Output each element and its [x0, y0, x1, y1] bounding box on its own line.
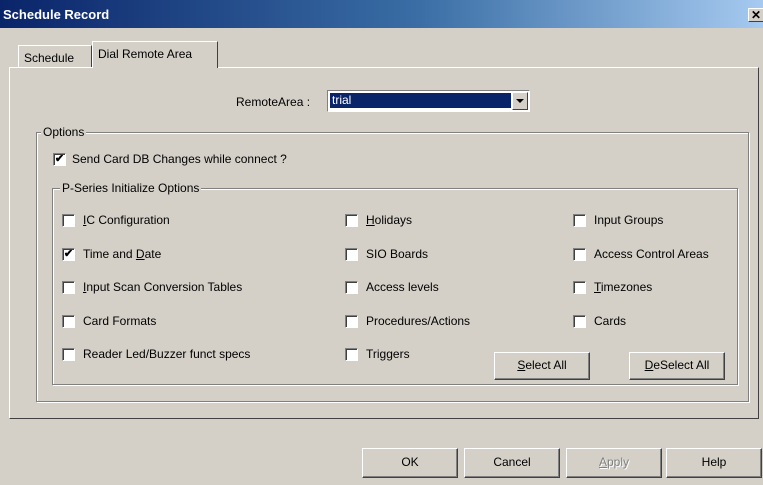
tab-dial-remote-area-label: Dial Remote Area	[98, 47, 193, 61]
apply-button[interactable]: Apply	[566, 448, 662, 478]
pseries-option[interactable]: ✔ Time and Date	[62, 247, 161, 261]
tab-schedule-label: Schedule	[24, 51, 75, 65]
pseries-option-label: Cards	[594, 314, 627, 328]
ok-button[interactable]: OK	[362, 448, 458, 478]
pseries-option-check[interactable]	[62, 314, 75, 328]
pseries-option-check[interactable]	[573, 247, 586, 261]
pseries-option-label: Input Scan Conversion Tables	[83, 280, 243, 294]
send-card-db-checkbox[interactable]: ✔ Send Card DB Changes while connect ?	[53, 152, 287, 166]
pseries-option-label: Card Formats	[83, 314, 157, 328]
pseries-option[interactable]: IC Configuration	[62, 213, 170, 227]
pseries-option-check[interactable]	[573, 213, 586, 227]
window-title: Schedule Record	[3, 7, 110, 22]
pseries-option-check[interactable]	[345, 314, 358, 328]
send-card-db-check[interactable]: ✔	[53, 152, 66, 166]
pseries-option[interactable]: Reader Led/Buzzer funct specs	[62, 347, 250, 361]
cancel-button[interactable]: Cancel	[464, 448, 560, 478]
pseries-option-check[interactable]	[345, 280, 358, 294]
pseries-option-label: SIO Boards	[366, 247, 429, 261]
pseries-option-check[interactable]	[62, 213, 75, 227]
pseries-option[interactable]: Triggers	[345, 347, 410, 361]
pseries-legend: P-Series Initialize Options	[60, 181, 202, 195]
remote-area-label: RemoteArea :	[236, 95, 311, 109]
pseries-option-label: Procedures/Actions	[366, 314, 471, 328]
tab-dial-remote-area[interactable]: Dial Remote Area	[92, 41, 218, 68]
pseries-option-label: Timezones	[594, 280, 653, 294]
pseries-option-label: Access levels	[366, 280, 439, 294]
pseries-option-check[interactable]	[345, 247, 358, 261]
pseries-option[interactable]: Access Control Areas	[573, 247, 709, 261]
pseries-option[interactable]: Card Formats	[62, 314, 156, 328]
pseries-option[interactable]: Input Groups	[573, 213, 663, 227]
pseries-option-check[interactable]	[345, 213, 358, 227]
pseries-option-label: Access Control Areas	[594, 247, 709, 261]
pseries-option-label: IC Configuration	[83, 213, 170, 227]
pseries-option[interactable]: Input Scan Conversion Tables	[62, 280, 242, 294]
help-button[interactable]: Help	[666, 448, 762, 478]
pseries-option-label: Triggers	[366, 347, 410, 361]
pseries-option[interactable]: Timezones	[573, 280, 652, 294]
pseries-option[interactable]: SIO Boards	[345, 247, 428, 261]
pseries-option[interactable]: Procedures/Actions	[345, 314, 470, 328]
pseries-option-check[interactable]: ✔	[62, 247, 75, 261]
pseries-option-label: Holidays	[366, 213, 413, 227]
deselect-all-button[interactable]: DeSelect All	[629, 352, 725, 380]
chevron-down-icon	[516, 99, 524, 103]
pseries-option-check[interactable]	[573, 314, 586, 328]
dropdown-button[interactable]	[512, 92, 528, 110]
pseries-option-label: Time and Date	[83, 247, 162, 261]
pseries-option[interactable]: Access levels	[345, 280, 439, 294]
pseries-option[interactable]: Holidays	[345, 213, 412, 227]
pseries-option-check[interactable]	[573, 280, 586, 294]
tab-schedule[interactable]: Schedule	[18, 45, 92, 67]
title-bar[interactable]: Schedule Record ✕	[0, 0, 763, 28]
pseries-option-check[interactable]	[345, 347, 358, 361]
pseries-option-label: Input Groups	[594, 213, 664, 227]
options-legend: Options	[41, 125, 87, 139]
remote-area-dropdown[interactable]: trial	[327, 90, 530, 112]
close-icon[interactable]: ✕	[748, 8, 763, 22]
select-all-button[interactable]: Select All	[494, 352, 590, 380]
pseries-option-label: Reader Led/Buzzer funct specs	[83, 347, 251, 361]
pseries-option-check[interactable]	[62, 280, 75, 294]
pseries-option[interactable]: Cards	[573, 314, 626, 328]
send-card-db-label: Send Card DB Changes while connect ?	[72, 152, 287, 166]
remote-area-value: trial	[329, 92, 512, 109]
pseries-option-check[interactable]	[62, 347, 75, 361]
